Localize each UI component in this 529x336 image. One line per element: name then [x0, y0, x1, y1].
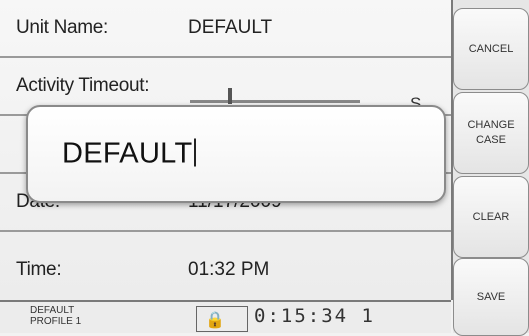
change-case-button[interactable]: CHANGE CASE: [453, 92, 529, 174]
status-indicator: 🔒: [196, 306, 248, 332]
text-cursor: [194, 138, 197, 167]
unit-name-value: DEFAULT: [188, 17, 273, 38]
time-value: 01:32 PM: [188, 259, 270, 280]
change-case-button-label: CHANGE CASE: [467, 119, 515, 146]
profile-label: DEFAULT PROFILE 1: [30, 305, 82, 327]
timeout-slider-knob[interactable]: [228, 88, 232, 104]
text-entry-popup[interactable]: DEFAULT: [26, 105, 446, 203]
softkey-column: CANCEL CHANGE CASE CLEAR SAVE: [453, 0, 529, 336]
text-entry-field[interactable]: DEFAULT: [62, 137, 197, 171]
lock-icon: 🔒: [205, 310, 225, 329]
status-counter: 0:15:34 1: [254, 305, 375, 327]
save-button-label: SAVE: [476, 290, 506, 303]
unit-name-row[interactable]: Unit Name: DEFAULT: [0, 0, 451, 58]
timeout-slider-track[interactable]: [190, 100, 360, 103]
text-entry-value: DEFAULT: [62, 137, 193, 170]
save-button[interactable]: SAVE: [453, 258, 529, 336]
clear-button[interactable]: CLEAR: [453, 176, 529, 258]
status-bar: DEFAULT PROFILE 1 🔒 0:15:34 1: [0, 300, 451, 333]
time-label: Time:: [16, 259, 62, 280]
time-row[interactable]: Time: 01:32 PM: [0, 232, 451, 300]
activity-timeout-label: Activity Timeout:: [16, 75, 150, 96]
clear-button-label: CLEAR: [472, 210, 510, 223]
unit-name-label: Unit Name:: [16, 17, 109, 38]
cancel-button-label: CANCEL: [468, 42, 514, 55]
cancel-button[interactable]: CANCEL: [453, 8, 529, 90]
